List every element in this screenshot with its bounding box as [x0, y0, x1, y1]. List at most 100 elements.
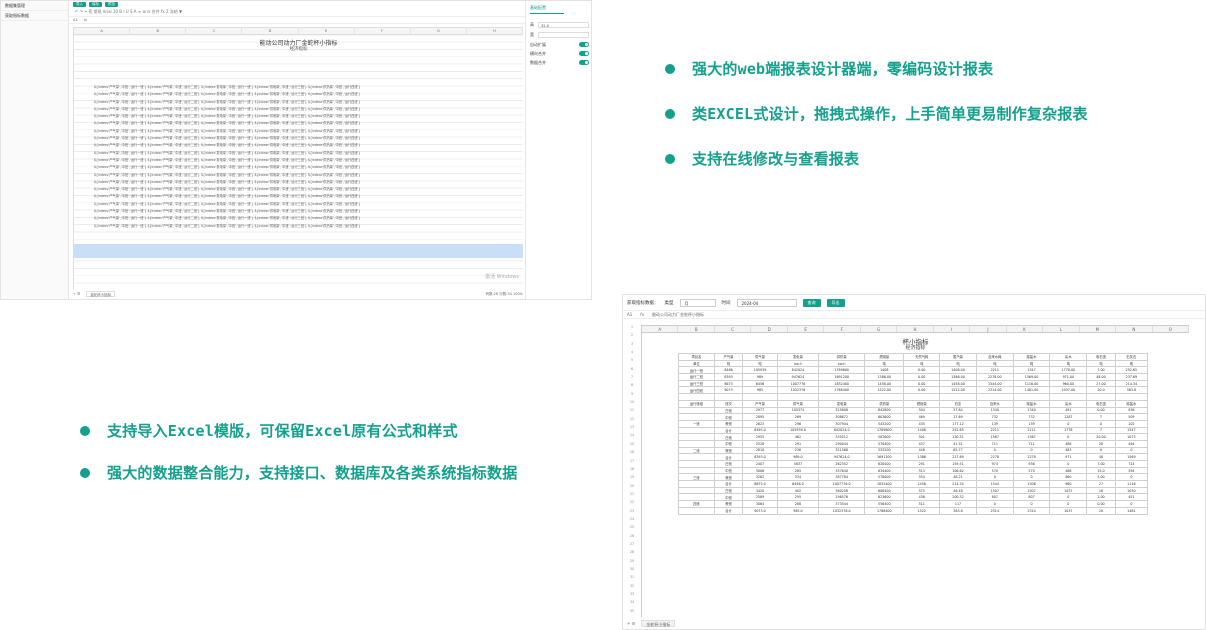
table-cell[interactable]: 237.69 — [1114, 373, 1149, 381]
table-cell[interactable]: 燃烧量 — [903, 399, 941, 408]
row-number[interactable]: 24 — [623, 517, 641, 525]
table-cell[interactable]: 0 — [1049, 500, 1088, 508]
table-cell[interactable]: 711 — [1012, 439, 1051, 448]
table-cell[interactable]: 四班 — [678, 500, 715, 508]
col-header[interactable]: G — [411, 28, 467, 34]
table-cell[interactable]: 1768400 — [818, 386, 866, 395]
table-cell[interactable]: 290044 — [818, 439, 866, 448]
table-cell[interactable]: 氟水 — [1049, 399, 1088, 408]
table-cell[interactable]: 65.77 — [939, 446, 977, 455]
table-cell[interactable]: 蒸汽量 — [939, 353, 977, 361]
table-cell[interactable]: 1032376 — [776, 386, 820, 395]
table-cell[interactable]: 20.00 — [1086, 433, 1116, 441]
table-cell[interactable]: 1544.00 — [975, 379, 1014, 388]
table-cell[interactable]: 1007776 — [776, 379, 820, 388]
table-cell[interactable] — [1049, 393, 1088, 401]
row-number[interactable]: 16 — [623, 450, 641, 458]
table-cell[interactable] — [975, 393, 1014, 401]
table-cell[interactable]: 1544 — [975, 480, 1014, 488]
designer-grid[interactable]: A B C D E F G H 能动公司动力厂金蛇杯小指标 经济指标 ${ind… — [73, 27, 523, 289]
table-cell[interactable]: 氟水 — [1049, 353, 1088, 361]
viewer-cell-ref[interactable]: A1 — [627, 312, 632, 317]
table-cell[interactable]: 0 — [1114, 500, 1149, 508]
table-cell[interactable] — [818, 393, 866, 401]
table-cell[interactable]: 28 — [1086, 439, 1116, 448]
time-picker[interactable]: 2024-04 — [736, 298, 797, 307]
viewer-col-header[interactable]: D — [751, 326, 788, 332]
table-cell[interactable]: 1458 — [903, 480, 941, 488]
table-cell[interactable]: 807 — [975, 493, 1014, 502]
sidebar-item-dataset[interactable]: 数据集管理 — [1, 1, 68, 11]
table-cell[interactable]: 自来水耗 — [975, 353, 1014, 361]
table-cell[interactable]: 一班 — [678, 419, 715, 428]
table-cell[interactable]: 2977 — [742, 406, 778, 415]
table-cell[interactable]: 435 — [903, 419, 941, 428]
table-cell[interactable]: 吨 — [1049, 359, 1088, 368]
table-cell[interactable]: 48.21 — [939, 473, 977, 482]
table-cell[interactable]: 0.00 — [903, 373, 941, 381]
table-cell[interactable]: 0 — [975, 446, 1014, 455]
table-cell[interactable]: 448 — [903, 446, 941, 455]
table-cell[interactable]: 夜班 — [713, 500, 744, 508]
table-cell[interactable]: 产气量 — [713, 353, 744, 361]
table-cell[interactable]: 7 — [1086, 426, 1116, 435]
table-cell[interactable]: 项目名 — [678, 353, 715, 361]
table-cell[interactable]: 437 — [903, 439, 941, 448]
table-cell[interactable]: 7.00 — [1086, 460, 1116, 468]
table-cell[interactable] — [678, 439, 715, 448]
table-cell[interactable]: 石灰石 — [1114, 353, 1149, 361]
table-cell[interactable]: 1458.00 — [864, 379, 905, 388]
table-cell[interactable]: 3006 — [742, 466, 778, 475]
horizontal-merge-toggle[interactable] — [579, 51, 589, 56]
table-cell[interactable]: 2314 — [975, 506, 1014, 515]
row-number[interactable]: 7 — [623, 375, 641, 383]
table-cell[interactable] — [713, 393, 744, 401]
viewer-col-header[interactable]: A — [642, 326, 679, 332]
viewer-sheet-tab[interactable]: 金蛇杯小指标 — [641, 619, 676, 627]
table-cell[interactable]: 363.8 — [1114, 386, 1149, 395]
row-number[interactable]: 27 — [623, 542, 641, 550]
table-cell[interactable]: 2623 — [742, 419, 778, 428]
row-number[interactable]: 20 — [623, 484, 641, 492]
table-cell[interactable]: 班次 — [713, 399, 744, 408]
row-number[interactable]: 15 — [623, 442, 641, 450]
table-cell[interactable]: 8495.0 — [742, 426, 778, 435]
table-cell[interactable] — [939, 393, 977, 401]
width-input[interactable] — [538, 32, 589, 38]
table-cell[interactable]: 1032376.0 — [818, 506, 866, 515]
table-cell[interactable]: 8393.0 — [742, 453, 778, 461]
cell-ref[interactable]: A1 — [73, 18, 78, 22]
table-cell[interactable]: 575 — [903, 486, 941, 495]
table-cell[interactable]: 除盐水 — [1114, 399, 1149, 408]
table-cell[interactable]: 200.32 — [939, 493, 977, 502]
viewer-col-header[interactable]: N — [1116, 326, 1153, 332]
table-cell[interactable]: 5837 — [776, 460, 820, 468]
row-number[interactable]: 18 — [623, 467, 641, 475]
table-cell[interactable]: 360258 — [818, 486, 866, 495]
table-cell[interactable]: 1569 — [1114, 453, 1149, 461]
table-cell[interactable] — [678, 460, 715, 468]
table-cell[interactable]: 732 — [975, 413, 1014, 421]
table-cell[interactable]: 0 — [1114, 446, 1149, 455]
table-cell[interactable]: 285 — [776, 466, 820, 475]
row-number[interactable]: 8 — [623, 383, 641, 391]
table-cell[interactable]: 357640 — [818, 466, 866, 475]
table-cell[interactable]: 2314.00 — [975, 386, 1014, 395]
table-cell[interactable]: 3420 — [742, 486, 778, 495]
table-cell[interactable] — [678, 493, 715, 502]
viewer-col-header[interactable]: G — [861, 326, 898, 332]
table-cell[interactable]: 1116.00 — [1012, 379, 1051, 388]
table-cell[interactable]: 夜班 — [713, 473, 744, 482]
viewer-col-header[interactable]: B — [678, 326, 715, 332]
table-cell[interactable]: 807 — [1012, 493, 1051, 502]
import-button[interactable]: 导入 — [73, 2, 86, 7]
table-cell[interactable]: 1778 — [1049, 426, 1088, 435]
table-cell[interactable]: 711 — [975, 439, 1014, 448]
row-number[interactable]: 10 — [623, 400, 641, 408]
table-cell[interactable]: 吨 — [713, 359, 744, 368]
table-cell[interactable]: 二班 — [678, 446, 715, 455]
table-cell[interactable]: 177.12 — [939, 419, 977, 428]
table-cell[interactable]: 46.48 — [939, 486, 977, 495]
sidebar-item-indicator[interactable]: 获取指标数据 — [1, 11, 68, 21]
table-cell[interactable]: 1569.00 — [1012, 373, 1051, 381]
